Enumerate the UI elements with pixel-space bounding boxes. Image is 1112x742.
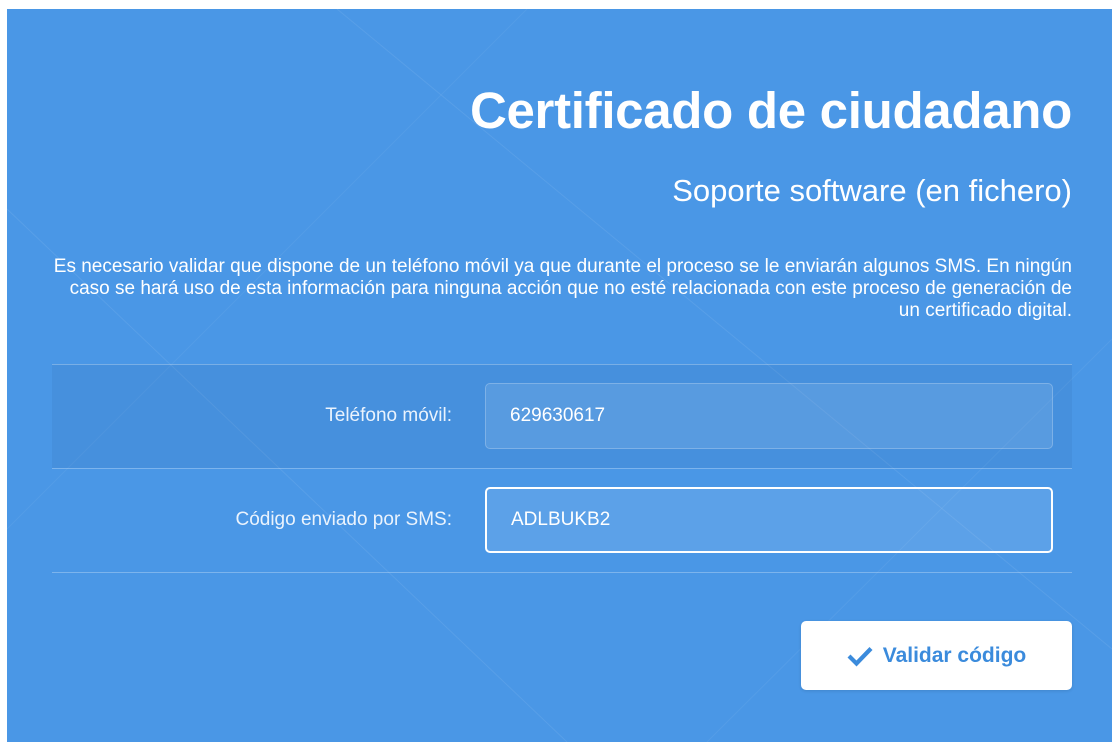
sms-validation-form: Teléfono móvil: Código enviado por SMS: [52, 364, 1072, 573]
phone-label: Teléfono móvil: [325, 405, 452, 426]
certificate-panel: Certificado de ciudadano Soporte softwar… [7, 9, 1112, 742]
page-subtitle: Soporte software (en fichero) [672, 173, 1072, 208]
phone-row: Teléfono móvil: [52, 364, 1072, 468]
sms-code-label: Código enviado por SMS: [235, 509, 452, 530]
sms-code-input[interactable] [485, 487, 1053, 553]
validate-code-button[interactable]: Validar código [801, 621, 1072, 690]
check-icon [847, 646, 873, 666]
phone-input[interactable] [485, 383, 1053, 449]
page-title: Certificado de ciudadano [469, 82, 1072, 139]
validate-code-label: Validar código [882, 643, 1027, 667]
sms-code-row: Código enviado por SMS: [52, 468, 1072, 573]
sms-validation-description: Es necesario validar que dispone de un t… [53, 256, 1072, 321]
